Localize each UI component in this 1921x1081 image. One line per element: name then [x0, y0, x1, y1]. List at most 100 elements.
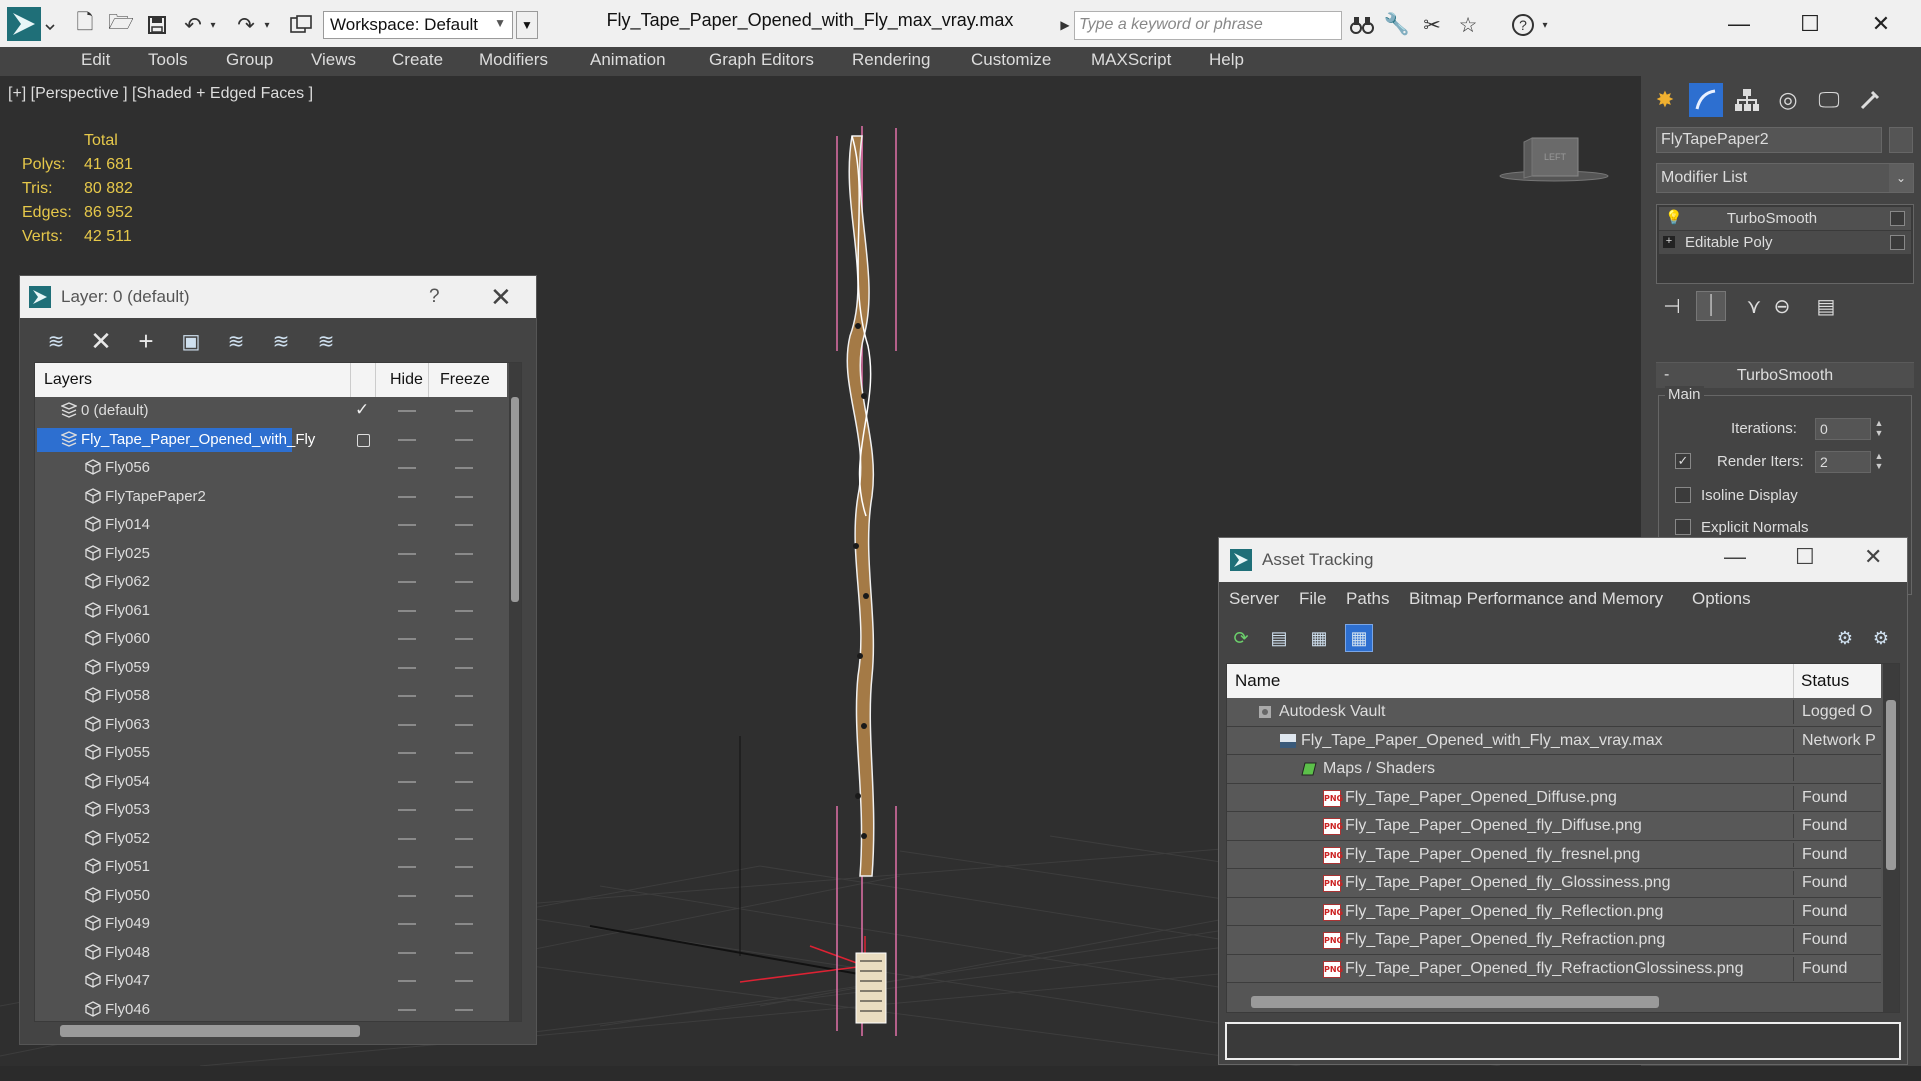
hide-toggle[interactable] — [398, 980, 416, 982]
asset-row[interactable]: PNG Fly_Tape_Paper_Opened_fly_RefractionG… — [1227, 954, 1881, 983]
hide-all-icon[interactable]: ≋ — [267, 328, 295, 354]
thumbnail-view-icon[interactable]: ▦ — [1305, 624, 1333, 652]
hide-toggle[interactable] — [398, 552, 416, 555]
help-icon[interactable]: ⚙ — [1831, 624, 1859, 652]
asset-row[interactable]: Fly_Tape_Paper_Opened_with_Fly_max_vray.… — [1227, 726, 1881, 755]
viewcube[interactable]: LEFT — [1498, 132, 1610, 188]
viewport-label[interactable]: [+] [Perspective ] [Shaded + Edged Faces… — [8, 85, 313, 103]
freeze-toggle[interactable] — [455, 866, 473, 868]
binoculars-icon[interactable] — [1348, 11, 1376, 39]
asset-row[interactable]: PNG Fly_Tape_Paper_Opened_fly_Refraction.… — [1227, 926, 1881, 955]
hide-toggle[interactable] — [398, 837, 416, 840]
hide-toggle[interactable] — [398, 467, 416, 469]
redo-icon[interactable]: ↷ — [232, 11, 260, 39]
hide-toggle[interactable] — [398, 752, 416, 754]
menu-paths[interactable]: Paths — [1346, 589, 1389, 609]
menu-maxscript[interactable]: MAXScript — [1091, 50, 1171, 70]
show-end-result-icon[interactable]: ⏐ — [1696, 291, 1726, 321]
asset-row[interactable]: Maps / Shaders — [1227, 755, 1881, 784]
menu-help[interactable]: Help — [1209, 50, 1244, 70]
hide-toggle[interactable] — [398, 638, 416, 640]
menu-animation[interactable]: Animation — [590, 50, 666, 70]
freeze-toggle[interactable] — [455, 524, 473, 526]
undo-dropdown-icon[interactable]: ▾ — [206, 11, 220, 39]
freeze-toggle[interactable] — [455, 951, 473, 954]
menu-create[interactable]: Create — [392, 50, 443, 70]
close-button[interactable]: ✕ — [1851, 6, 1911, 42]
asset-horizontal-scrollbar[interactable] — [1251, 996, 1659, 1008]
menu-server[interactable]: Server — [1229, 589, 1279, 609]
layer-row[interactable]: Fly055 — [35, 739, 507, 768]
hide-toggle[interactable] — [398, 894, 416, 897]
layer-row[interactable]: Fly025 — [35, 540, 507, 569]
freeze-toggle[interactable] — [455, 410, 473, 412]
render-iters-input[interactable]: 2 — [1815, 451, 1871, 473]
stack-item-turbosmooth[interactable]: 💡 TurboSmooth — [1659, 207, 1911, 230]
hide-toggle[interactable] — [398, 695, 416, 697]
layer-row[interactable]: Fly052 — [35, 825, 507, 854]
hide-toggle[interactable] — [398, 809, 416, 811]
utilities-tab-icon[interactable] — [1853, 83, 1887, 117]
layer-row[interactable]: Fly051 — [35, 853, 507, 882]
modifier-list-dropdown[interactable]: Modifier List ⌄ — [1656, 163, 1914, 193]
object-color-swatch[interactable] — [1889, 127, 1913, 153]
help-dropdown-icon[interactable]: ▾ — [1538, 11, 1552, 39]
modifier-toggle-checkbox[interactable] — [1890, 235, 1905, 250]
help-icon[interactable]: ? — [1509, 11, 1537, 39]
open-folder-icon[interactable]: 🗁 — [107, 11, 135, 39]
search-input[interactable]: Type a keyword or phrase — [1074, 11, 1342, 40]
menu-group[interactable]: Group — [226, 50, 273, 70]
freeze-toggle[interactable] — [455, 894, 473, 897]
asset-row[interactable]: PNG Fly_Tape_Paper_Opened_fly_Diffuse.png… — [1227, 812, 1881, 841]
menu-edit[interactable]: Edit — [81, 50, 110, 70]
freeze-toggle[interactable] — [455, 1008, 473, 1011]
layer-row[interactable]: Fly050 — [35, 882, 507, 911]
layer-row[interactable]: −Fly_Tape_Paper_Opened_with_Fly — [35, 426, 507, 455]
layer-row[interactable]: Fly061 — [35, 597, 507, 626]
create-tab-icon[interactable]: ✸ — [1648, 83, 1682, 117]
workspace-selector[interactable]: Workspace: Default ▼ — [323, 11, 513, 39]
layer-row[interactable]: 0 (default) ✓ — [35, 397, 507, 426]
motion-tab-icon[interactable]: ◎ — [1771, 83, 1805, 117]
layer-row[interactable]: Fly047 — [35, 967, 507, 996]
favorites-star-icon[interactable]: ☆ — [1454, 11, 1482, 39]
display-tab-icon[interactable]: 🖵 — [1812, 83, 1846, 117]
layer-row[interactable]: Fly014 — [35, 511, 507, 540]
table-view-icon[interactable]: ▦ — [1345, 624, 1373, 652]
hide-toggle[interactable] — [398, 666, 416, 669]
menu-rendering[interactable]: Rendering — [852, 50, 930, 70]
configure-sets-icon[interactable]: ▤ — [1811, 291, 1841, 321]
layer-row[interactable]: Fly048 — [35, 939, 507, 968]
expand-plus-icon[interactable]: + — [1663, 236, 1675, 248]
menu-options[interactable]: Options — [1692, 589, 1751, 609]
freeze-toggle[interactable] — [455, 609, 473, 612]
maximize-button[interactable]: ☐ — [1795, 544, 1815, 570]
freeze-toggle[interactable] — [455, 723, 473, 726]
layer-row[interactable]: Fly059 — [35, 654, 507, 683]
asset-row[interactable]: PNG Fly_Tape_Paper_Opened_fly_Glossiness.… — [1227, 869, 1881, 898]
freeze-toggle[interactable] — [455, 467, 473, 469]
freeze-all-icon[interactable]: ≋ — [312, 328, 340, 354]
layer-horizontal-scrollbar[interactable] — [60, 1025, 360, 1037]
layer-row[interactable]: Fly053 — [35, 796, 507, 825]
column-name[interactable]: Name — [1235, 671, 1280, 691]
hide-toggle[interactable] — [398, 581, 416, 583]
new-layer-icon[interactable]: ≋ — [42, 328, 70, 354]
iterations-spinner[interactable]: ▲ ▼ — [1873, 418, 1885, 440]
column-freeze[interactable]: Freeze — [440, 371, 490, 389]
layer-row[interactable]: Fly046 — [35, 996, 507, 1022]
iterations-input[interactable]: 0 — [1815, 418, 1871, 440]
undo-icon[interactable]: ↶ — [179, 11, 207, 39]
hide-toggle[interactable] — [398, 609, 416, 612]
menu-views[interactable]: Views — [311, 50, 356, 70]
freeze-toggle[interactable] — [455, 923, 473, 925]
asset-vertical-scrollbar[interactable] — [1883, 664, 1899, 1012]
column-status[interactable]: Status — [1801, 671, 1849, 691]
scroll-thumb[interactable] — [1886, 700, 1896, 870]
active-layer-check-icon[interactable]: ✓ — [355, 400, 369, 420]
hide-toggle[interactable] — [398, 1008, 416, 1011]
layer-row[interactable]: FlyTapePaper2 — [35, 483, 507, 512]
hide-toggle[interactable] — [398, 723, 416, 726]
workspace-menu-button[interactable]: ▼ — [516, 11, 538, 39]
asset-row[interactable]: PNG Fly_Tape_Paper_Opened_fly_Reflection.… — [1227, 897, 1881, 926]
